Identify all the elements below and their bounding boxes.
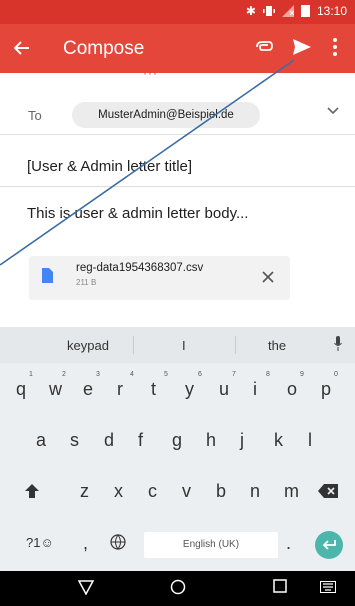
comma-key[interactable]: , [83, 533, 88, 554]
nav-back-icon[interactable] [78, 579, 94, 595]
key-y[interactable]: y [185, 379, 194, 400]
space-key[interactable]: English (UK) [144, 532, 278, 558]
suggestion-2[interactable]: I [182, 338, 186, 353]
key-o[interactable]: o [287, 379, 297, 400]
body-field[interactable]: This is user & admin letter body... [27, 205, 248, 222]
mic-icon[interactable] [334, 336, 342, 352]
to-label: To [28, 108, 42, 123]
bluetooth-icon: ✱ [245, 4, 256, 18]
symbols-key[interactable]: ?1☺ [26, 535, 54, 550]
paperclip-icon[interactable] [254, 37, 274, 57]
status-time: 13:10 [316, 4, 347, 18]
attachment-name: reg-data1954368307.csv [76, 262, 204, 274]
keyboard-switch-icon[interactable] [320, 581, 336, 593]
key-z[interactable]: z [80, 481, 89, 502]
suggestion-3[interactable]: the [268, 338, 286, 353]
key-g[interactable]: g [172, 430, 182, 451]
key-n[interactable]: n [250, 481, 260, 502]
key-a[interactable]: a [36, 430, 46, 451]
subject-field[interactable]: [User & Admin letter title] [0, 146, 355, 187]
key-hint-0: 0 [334, 371, 338, 378]
signal-icon [281, 5, 294, 17]
key-hint-9: 9 [300, 371, 304, 378]
file-icon [42, 268, 53, 283]
key-p[interactable]: p [321, 379, 331, 400]
backspace-icon[interactable] [318, 484, 338, 498]
key-b[interactable]: b [216, 481, 226, 502]
key-s[interactable]: s [70, 430, 79, 451]
vibrate-icon [262, 6, 275, 16]
key-e[interactable]: e [83, 379, 93, 400]
send-icon[interactable] [291, 36, 313, 58]
key-hint-5: 5 [164, 371, 168, 378]
key-l[interactable]: l [308, 430, 312, 451]
key-x[interactable]: x [114, 481, 123, 502]
navigation-bar [0, 571, 355, 606]
battery-icon [300, 5, 310, 17]
key-hint-8: 8 [266, 371, 270, 378]
chevron-down-icon[interactable] [327, 107, 339, 115]
key-q[interactable]: q [16, 379, 26, 400]
from-row-text: ··· [143, 66, 158, 80]
key-v[interactable]: v [182, 481, 191, 502]
from-row: ··· [0, 66, 355, 87]
status-bar: ✱ 13:10 [0, 0, 355, 24]
subject-text: [User & Admin letter title] [27, 158, 193, 175]
attachment-size: 211 B [76, 278, 97, 287]
page-title: Compose [63, 38, 145, 59]
key-h[interactable]: h [206, 430, 216, 451]
key-hint-3: 3 [96, 371, 100, 378]
key-c[interactable]: c [148, 481, 157, 502]
period-key[interactable]: . [286, 533, 291, 554]
key-k[interactable]: k [274, 430, 283, 451]
key-hint-1: 1 [29, 371, 33, 378]
key-r[interactable]: r [117, 379, 123, 400]
key-u[interactable]: u [219, 379, 229, 400]
key-t[interactable]: t [151, 379, 156, 400]
key-i[interactable]: i [253, 379, 257, 400]
enter-key[interactable] [315, 531, 343, 559]
more-vert-icon[interactable] [333, 37, 337, 57]
shift-icon[interactable] [24, 483, 40, 499]
nav-recents-icon[interactable] [273, 579, 287, 593]
suggestion-strip: keypad I the [0, 327, 355, 363]
key-hint-6: 6 [198, 371, 202, 378]
keyboard: keypad I the ?1☺ , English (UK) . q1 w2 e3… [0, 327, 355, 571]
key-hint-4: 4 [130, 371, 134, 378]
key-hint-7: 7 [232, 371, 236, 378]
nav-home-icon[interactable] [170, 579, 186, 595]
key-m[interactable]: m [284, 481, 299, 502]
recipient-chip[interactable]: MusterAdmin@Beispiel.de [72, 102, 260, 128]
suggestion-1[interactable]: keypad [67, 338, 109, 353]
app-bar: Compose [0, 24, 355, 73]
key-j[interactable]: j [240, 430, 244, 451]
globe-icon[interactable] [110, 534, 126, 550]
key-hint-2: 2 [62, 371, 66, 378]
enter-icon [322, 540, 336, 550]
key-d[interactable]: d [104, 430, 114, 451]
attachment-card[interactable]: reg-data1954368307.csv 211 B [29, 256, 290, 300]
key-f[interactable]: f [138, 430, 143, 451]
close-icon[interactable] [262, 271, 274, 283]
key-w[interactable]: w [49, 379, 62, 400]
to-row[interactable]: To MusterAdmin@Beispiel.de [0, 94, 355, 135]
arrow-left-icon[interactable] [14, 40, 30, 56]
